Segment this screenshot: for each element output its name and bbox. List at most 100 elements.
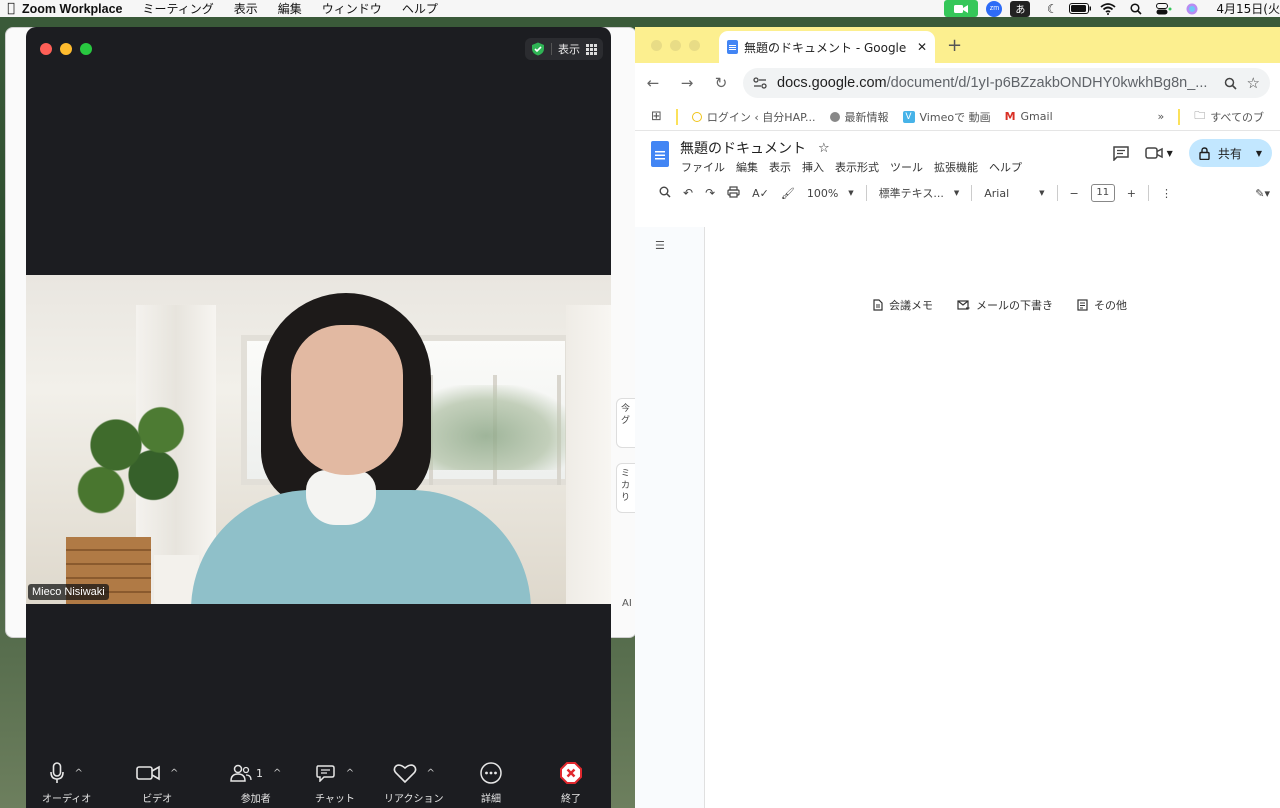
chrome-close-button[interactable]: [651, 40, 662, 51]
site-settings-icon[interactable]: [753, 77, 767, 89]
chevron-up-icon[interactable]: ^: [74, 768, 82, 779]
more-templates-chip[interactable]: その他: [1077, 297, 1127, 313]
bookmark-star-icon[interactable]: ☆: [1247, 74, 1260, 92]
spellcheck-icon[interactable]: A✓: [752, 187, 769, 200]
bookmark-login[interactable]: ログイン ‹ 自分HAP...: [691, 109, 816, 125]
apple-icon[interactable]: : [0, 1, 22, 16]
meet-button[interactable]: ▼: [1144, 147, 1173, 159]
paint-format-icon[interactable]: 🖌: [781, 187, 795, 200]
docs-logo-icon[interactable]: [651, 141, 669, 167]
close-window-button[interactable]: [40, 43, 52, 55]
chat-button[interactable]: ^ チャット: [315, 758, 355, 805]
redo-icon[interactable]: ↷: [705, 186, 715, 200]
zoom-video-status-icon[interactable]: [944, 0, 979, 17]
star-icon[interactable]: ☆: [818, 141, 830, 156]
audio-button[interactable]: ^ オーディオ: [42, 758, 91, 805]
editing-mode-pencil-icon[interactable]: ✎▾: [1255, 187, 1270, 200]
reload-icon[interactable]: ↻: [713, 74, 729, 92]
menu-extensions[interactable]: 拡張機能: [934, 159, 978, 175]
app-name-menu[interactable]: Zoom Workplace: [22, 2, 122, 16]
menu-window[interactable]: ウィンドウ: [322, 0, 382, 17]
google-docs-icon: [727, 40, 738, 54]
comments-icon[interactable]: [1112, 145, 1129, 161]
url-text[interactable]: docs.google.com/document/d/1yI-p6BZzakbO…: [777, 75, 1214, 91]
end-meeting-button[interactable]: 終了: [560, 758, 582, 805]
more-button[interactable]: 詳細: [480, 758, 502, 805]
share-button[interactable]: 共有 ▼: [1188, 139, 1272, 167]
menu-tools[interactable]: ツール: [890, 159, 923, 175]
bookmark-gmail[interactable]: M Gmail: [1005, 110, 1053, 123]
undo-icon[interactable]: ↶: [683, 186, 693, 200]
font-select[interactable]: Arial ▼: [984, 187, 1044, 200]
decrease-font-size-button[interactable]: −: [1070, 187, 1079, 200]
meeting-notes-chip[interactable]: 会議メモ: [873, 297, 933, 313]
menu-view[interactable]: 表示: [769, 159, 791, 175]
font-size-input[interactable]: 11: [1090, 184, 1115, 202]
video-curtain: [566, 305, 611, 604]
search-menus-icon[interactable]: [659, 186, 671, 201]
chrome-fullscreen-button[interactable]: [689, 40, 700, 51]
menu-edit[interactable]: 編集: [278, 0, 302, 17]
chevron-up-icon[interactable]: ^: [273, 768, 281, 779]
shield-check-icon[interactable]: [531, 42, 545, 56]
print-icon[interactable]: [727, 185, 740, 201]
new-tab-icon[interactable]: +: [947, 35, 962, 56]
menu-view[interactable]: 表示: [234, 0, 258, 17]
chrome-favicon-icon: [829, 111, 840, 122]
zoom-magnifier-icon[interactable]: [1224, 77, 1237, 90]
participants-button[interactable]: 1 ^ 参加者: [230, 758, 281, 805]
zoom-app-icon[interactable]: zm: [986, 0, 1003, 17]
menu-file[interactable]: ファイル: [681, 159, 725, 175]
bookmarks-bar: ⊞ ログイン ‹ 自分HAP... 最新情報 V Vimeoで 動画 M Gmail…: [635, 103, 1280, 131]
url-omnibox[interactable]: docs.google.com/document/d/1yI-p6BZzakbO…: [743, 68, 1270, 98]
control-center-icon[interactable]: [1150, 0, 1178, 17]
chevron-up-icon[interactable]: ^: [427, 768, 435, 779]
apps-grid-icon[interactable]: ⊞: [651, 109, 662, 124]
bookmark-vimeo[interactable]: V Vimeoで 動画: [902, 109, 991, 125]
participant-video[interactable]: Mieco Nisiwaki: [26, 275, 611, 604]
all-bookmarks-folder[interactable]: 🗀 すべてのブ: [1194, 107, 1264, 126]
close-tab-icon[interactable]: ✕: [917, 40, 927, 54]
chevron-up-icon[interactable]: ^: [346, 768, 354, 779]
menu-help[interactable]: ヘルプ: [402, 0, 438, 17]
minimize-window-button[interactable]: [60, 43, 72, 55]
forward-arrow-icon[interactable]: →: [679, 74, 695, 92]
font-name: Arial: [984, 186, 1010, 200]
focus-moon-icon[interactable]: ☾: [1038, 0, 1066, 17]
view-button[interactable]: 表示: [525, 38, 603, 60]
zoom-select[interactable]: 100% ▼: [807, 187, 854, 200]
document-title[interactable]: 無題のドキュメント: [680, 138, 806, 158]
menu-insert[interactable]: 挿入: [802, 159, 824, 175]
spotlight-search-icon[interactable]: [1122, 0, 1150, 17]
style-select[interactable]: 標準テキス... ▼: [879, 185, 960, 201]
siri-icon[interactable]: [1178, 0, 1206, 17]
increase-font-size-button[interactable]: +: [1127, 187, 1136, 200]
document-page[interactable]: 会議メモ メールの下書き その他: [704, 227, 1280, 808]
email-draft-chip[interactable]: メールの下書き: [957, 297, 1053, 313]
input-method-icon[interactable]: あ: [1010, 0, 1031, 17]
fullscreen-window-button[interactable]: [80, 43, 92, 55]
chevron-up-icon[interactable]: ^: [170, 768, 178, 779]
menu-help[interactable]: ヘルプ: [989, 159, 1022, 175]
back-arrow-icon[interactable]: ←: [645, 74, 661, 92]
menubar-date[interactable]: 4月15日(火: [1216, 0, 1280, 17]
tab-untitled-document[interactable]: 無題のドキュメント - Google ド ✕: [719, 31, 935, 63]
meeting-toolbar: ^ オーディオ ^ ビデオ 1 ^ 参加者 ^ チャット ^ リアクション 詳細…: [26, 752, 611, 808]
video-button[interactable]: ^ ビデオ: [136, 758, 178, 805]
document-outline-icon[interactable]: ☰: [655, 239, 665, 252]
chrome-minimize-button[interactable]: [670, 40, 681, 51]
menu-edit[interactable]: 編集: [736, 159, 758, 175]
wifi-icon[interactable]: [1094, 0, 1122, 17]
share-label: 共有: [1217, 146, 1242, 161]
participants-label: 参加者: [240, 794, 271, 805]
more-bookmarks-icon[interactable]: »: [1157, 110, 1164, 123]
chevron-down-icon[interactable]: ▼: [1256, 149, 1262, 158]
menu-meeting[interactable]: ミーティング: [142, 0, 213, 17]
bookmark-news[interactable]: 最新情報: [829, 109, 889, 125]
menu-format[interactable]: 表示形式: [835, 159, 879, 175]
reaction-button[interactable]: ^ リアクション: [384, 758, 444, 805]
toolbar-separator: [865, 185, 867, 201]
battery-icon[interactable]: [1066, 0, 1094, 17]
end-label: 終了: [561, 794, 581, 805]
more-options-icon[interactable]: ⋮: [1161, 187, 1172, 200]
